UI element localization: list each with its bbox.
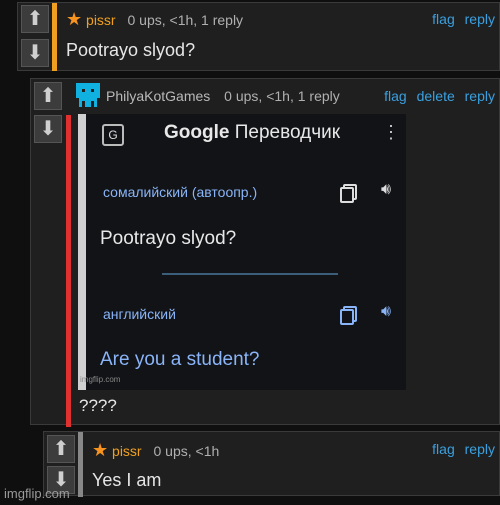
upvote-button[interactable]: ⬆ bbox=[34, 82, 62, 110]
source-language[interactable]: сомалийский (автоопр.) bbox=[103, 184, 257, 200]
comment-1: ⬆ ⬇ ★ pissr 0 ups, <1h, 1 reply flag rep… bbox=[17, 2, 500, 71]
comment-text: ???? bbox=[79, 396, 117, 415]
google-brand: Google bbox=[164, 122, 230, 143]
comment-header: PhilyaKotGames 0 ups, <1h, 1 reply bbox=[106, 88, 340, 104]
comment-accent-bar bbox=[66, 115, 71, 427]
upvote-button[interactable]: ⬆ bbox=[21, 5, 49, 33]
comment-actions: flag delete reply bbox=[378, 88, 495, 104]
arrow-up-icon: ⬆ bbox=[39, 85, 57, 107]
translate-title-label: Переводчик bbox=[234, 122, 341, 143]
speaker-icon[interactable]: 🔊︎ bbox=[381, 303, 391, 321]
copy-icon[interactable] bbox=[340, 306, 357, 325]
flag-link[interactable]: flag bbox=[432, 441, 455, 457]
arrow-up-icon: ⬆ bbox=[26, 8, 44, 30]
comment-accent-bar bbox=[52, 3, 57, 71]
reply-link[interactable]: reply bbox=[465, 441, 495, 457]
reply-link[interactable]: reply bbox=[465, 88, 495, 104]
reply-link[interactable]: reply bbox=[465, 11, 495, 27]
star-avatar-icon: ★ bbox=[66, 9, 83, 29]
translate-panel: G Google Переводчик ⋮ сомалийский (автоо… bbox=[86, 114, 406, 390]
downvote-button[interactable]: ⬇ bbox=[34, 115, 62, 143]
comment-meta: 0 ups, <1h, 1 reply bbox=[224, 88, 340, 104]
copy-icon[interactable] bbox=[340, 184, 357, 203]
translate-app-icon: G bbox=[102, 124, 124, 146]
arrow-down-icon: ⬇ bbox=[26, 42, 44, 64]
site-watermark: imgflip.com bbox=[4, 486, 70, 501]
flag-link[interactable]: flag bbox=[384, 88, 407, 104]
image-watermark: imgflip.com bbox=[80, 375, 121, 384]
comment-text: Yes I am bbox=[92, 470, 162, 490]
comment-meta: 0 ups, <1h, 1 reply bbox=[127, 12, 244, 28]
image-background-strip bbox=[78, 114, 86, 390]
username-link[interactable]: pissr bbox=[112, 443, 142, 459]
comment-actions: flag reply bbox=[426, 11, 495, 27]
flag-link[interactable]: flag bbox=[432, 11, 455, 27]
more-vert-icon[interactable]: ⋮ bbox=[382, 122, 400, 143]
speaker-icon[interactable]: 🔊︎ bbox=[381, 181, 391, 199]
source-text: Pootrayo slyod? bbox=[100, 228, 237, 249]
comment-image[interactable]: G Google Переводчик ⋮ сомалийский (автоо… bbox=[78, 114, 406, 390]
arrow-down-icon: ⬇ bbox=[39, 118, 57, 140]
pixel-invader-avatar-icon bbox=[76, 83, 100, 107]
comment-header: ★ pissr 0 ups, <1h, 1 reply bbox=[66, 9, 243, 30]
username-link[interactable]: pissr bbox=[86, 12, 116, 28]
delete-link[interactable]: delete bbox=[417, 88, 455, 104]
translated-text: Are you a student? bbox=[100, 349, 260, 370]
target-language[interactable]: английский bbox=[103, 306, 176, 322]
divider bbox=[162, 273, 338, 275]
comment-header: ★ pissr 0 ups, <1h bbox=[92, 440, 219, 461]
star-avatar-icon: ★ bbox=[92, 440, 109, 460]
arrow-up-icon: ⬆ bbox=[52, 438, 70, 460]
downvote-button[interactable]: ⬇ bbox=[21, 39, 49, 67]
comment-meta: 0 ups, <1h bbox=[153, 443, 220, 459]
comment-text: Pootrayo slyod? bbox=[66, 40, 196, 60]
comment-actions: flag reply bbox=[426, 441, 495, 457]
comment-accent-bar bbox=[78, 432, 83, 497]
upvote-button[interactable]: ⬆ bbox=[47, 435, 75, 463]
translate-title: Google Переводчик bbox=[164, 122, 340, 144]
username-link[interactable]: PhilyaKotGames bbox=[106, 88, 210, 104]
comment-3: ⬆ ⬇ ★ pissr 0 ups, <1h flag reply Yes I … bbox=[43, 431, 500, 497]
